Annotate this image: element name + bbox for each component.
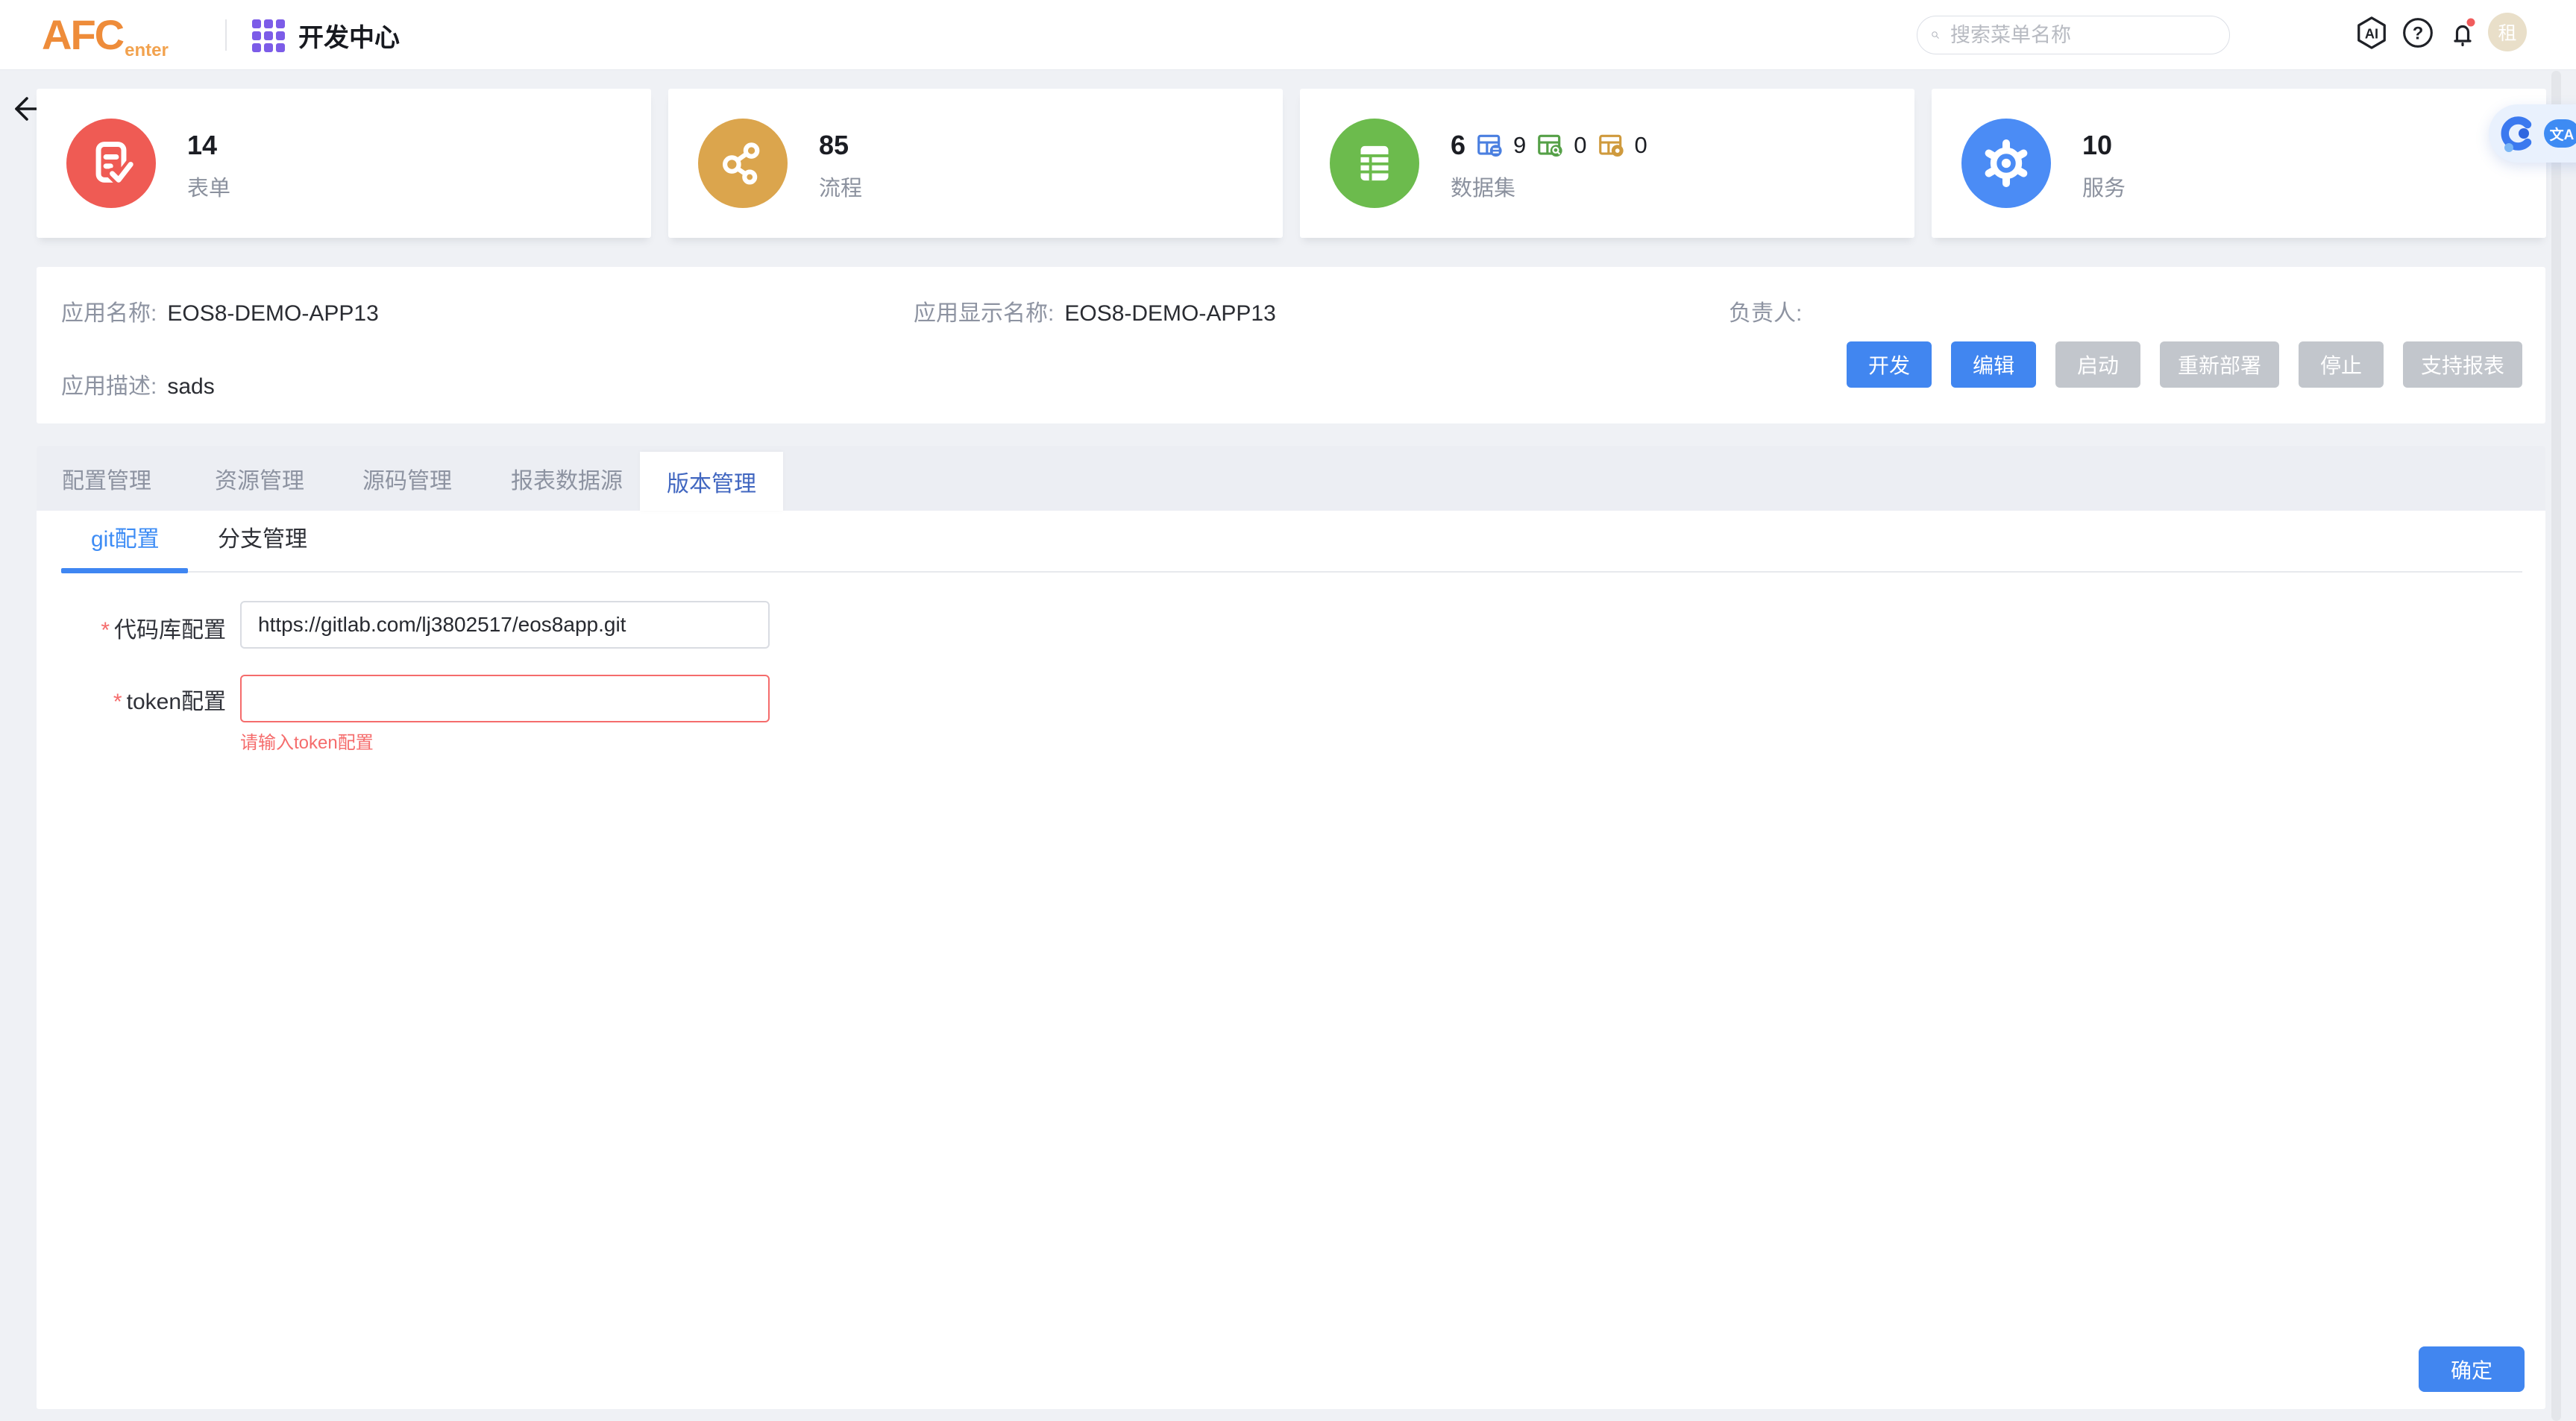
dataset-db-icon — [1475, 131, 1504, 160]
page-scrollbar[interactable] — [2551, 71, 2561, 1421]
menu-search[interactable] — [1917, 16, 2230, 54]
required-asterisk: * — [113, 690, 122, 714]
form-check-icon — [66, 119, 156, 208]
tab-strip: 配置管理 资源管理 源码管理 报表数据源 版本管理 — [37, 446, 2545, 511]
dataset-config-count: 0 — [1635, 132, 1647, 159]
dataset-query-icon — [1536, 131, 1564, 160]
tab-resource-management[interactable]: 资源管理 — [215, 446, 304, 511]
dataset-db-count: 9 — [1513, 132, 1526, 159]
dataset-query-count: 0 — [1574, 132, 1586, 159]
app-display-name-label: 应用显示名称: — [914, 301, 1054, 326]
stat-card-flows: 85 流程 — [668, 89, 1283, 238]
redeploy-button[interactable]: 重新部署 — [2160, 341, 2279, 388]
app-display-name-field: 应用显示名称: EOS8-DEMO-APP13 — [914, 294, 1276, 327]
tab-report-datasource[interactable]: 报表数据源 — [511, 446, 623, 511]
active-subtab-underline — [61, 568, 188, 573]
develop-button[interactable]: 开发 — [1847, 341, 1932, 388]
services-label: 服务 — [2082, 171, 2126, 202]
afcenter-logo[interactable]: AFC enter — [42, 0, 169, 70]
services-count: 10 — [2082, 130, 2126, 160]
logo-text-main: AFC — [42, 14, 123, 56]
app-window: AFC enter 开发中心 AI ? — [0, 0, 2576, 1421]
svg-text:AI: AI — [2365, 27, 2378, 42]
notification-dot — [2467, 19, 2475, 27]
top-header: AFC enter 开发中心 AI ? — [0, 0, 2576, 70]
token-config-label: *token配置 — [37, 683, 226, 716]
forms-label: 表单 — [187, 171, 230, 202]
start-button[interactable]: 启动 — [2055, 341, 2140, 388]
help-icon[interactable]: ? — [2400, 15, 2436, 51]
translate-icon[interactable]: 文A — [2544, 119, 2576, 148]
tab-version-management[interactable]: 版本管理 — [640, 452, 783, 511]
header-divider — [225, 19, 227, 51]
assistant-logo-icon[interactable] — [2498, 114, 2536, 153]
subtab-git-config[interactable]: git配置 — [91, 520, 160, 553]
stat-card-datasets: 6 9 0 — [1300, 89, 1914, 238]
token-error-message: 请输入token配置 — [240, 728, 374, 754]
app-info-panel: 应用名称: EOS8-DEMO-APP13 应用显示名称: EOS8-DEMO-AP… — [37, 267, 2545, 423]
user-avatar[interactable]: 租 — [2488, 13, 2527, 51]
subtab-branch-management[interactable]: 分支管理 — [218, 520, 307, 553]
stop-button[interactable]: 停止 — [2299, 341, 2384, 388]
search-input[interactable] — [1949, 23, 2216, 48]
app-display-name-value: EOS8-DEMO-APP13 — [1064, 301, 1275, 326]
app-name-label: 应用名称: — [61, 301, 157, 326]
main-panel: 配置管理 资源管理 源码管理 报表数据源 版本管理 git配置 分支管理 *代码… — [37, 446, 2545, 1409]
app-description-value: sads — [167, 374, 214, 399]
logo-text-sub: enter — [125, 42, 169, 60]
repo-config-label: *代码库配置 — [37, 611, 226, 644]
repo-config-input[interactable] — [240, 601, 770, 649]
datasets-label: 数据集 — [1451, 171, 1647, 202]
datasets-count: 6 — [1451, 130, 1466, 160]
owner-label: 负责人: — [1729, 301, 1802, 326]
stat-card-forms: 14 表单 — [37, 89, 651, 238]
app-name-value: EOS8-DEMO-APP13 — [167, 301, 378, 326]
dataset-config-icon — [1597, 131, 1625, 160]
required-asterisk: * — [101, 618, 110, 643]
gear-icon — [1961, 119, 2051, 208]
ai-assistant-icon[interactable]: AI — [2354, 15, 2390, 51]
app-name-field: 应用名称: EOS8-DEMO-APP13 — [61, 294, 379, 327]
notifications-bell-icon[interactable] — [2445, 15, 2481, 51]
app-description-label: 应用描述: — [61, 374, 157, 399]
avatar-text: 租 — [2498, 19, 2516, 45]
flows-count: 85 — [819, 130, 862, 160]
support-report-button[interactable]: 支持报表 — [2403, 341, 2522, 388]
search-icon — [1931, 24, 1940, 46]
tab-config-management[interactable]: 配置管理 — [62, 446, 151, 511]
app-description-field: 应用描述: sads — [61, 368, 215, 400]
confirm-button[interactable]: 确定 — [2419, 1346, 2525, 1392]
token-config-input[interactable] — [240, 675, 770, 722]
floating-assistant-widget[interactable]: 文A — [2489, 104, 2576, 163]
subtab-divider — [61, 571, 2522, 573]
page-title: 开发中心 — [298, 0, 400, 70]
tab-source-management[interactable]: 源码管理 — [362, 446, 452, 511]
share-icon — [698, 119, 788, 208]
edit-button[interactable]: 编辑 — [1951, 341, 2036, 388]
flows-label: 流程 — [819, 171, 862, 202]
forms-count: 14 — [187, 130, 230, 160]
stat-card-services: 10 服务 — [1932, 89, 2546, 238]
owner-field: 负责人: — [1729, 294, 1812, 327]
svg-text:?: ? — [2413, 23, 2424, 43]
app-grid-icon[interactable] — [252, 19, 285, 52]
table-icon — [1330, 119, 1419, 208]
